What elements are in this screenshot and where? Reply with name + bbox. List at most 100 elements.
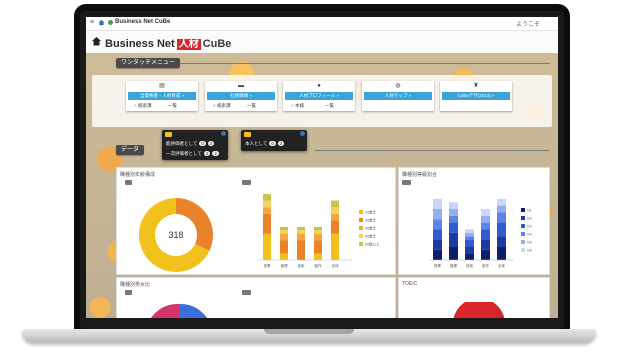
popup-header	[165, 132, 173, 137]
panel-title: 職種別年齢構成	[120, 172, 156, 178]
title-prefix: Business Net	[105, 38, 175, 50]
id-card-icon: ▤	[126, 81, 198, 91]
close-icon[interactable]	[300, 131, 305, 136]
search-link[interactable]: ○ 検索課	[213, 102, 230, 110]
menu-card-design[interactable]: ♜ CuBeデザ(2014) »	[440, 81, 512, 111]
bar-segment	[481, 249, 490, 260]
tick-label: 全体	[332, 263, 340, 268]
legend-label: G6	[527, 249, 532, 253]
count-pill: 2	[277, 141, 285, 146]
bar-segment	[433, 229, 442, 240]
bar-segment	[481, 215, 490, 223]
panel-title: 職種別等級割合	[402, 172, 438, 178]
top-bar: ≡ Business Net CuBe ようこそ	[86, 17, 558, 31]
legend-swatch	[359, 242, 363, 246]
legend-label: 50歳代	[365, 234, 376, 239]
legend-swatch	[359, 210, 363, 214]
bar-segment	[263, 233, 271, 260]
bar-segment	[481, 239, 490, 250]
bar-segment	[331, 220, 339, 234]
popup-row[interactable]: 本人として 0 2	[245, 141, 285, 147]
card-label[interactable]: 人材プロフィール »	[285, 92, 353, 100]
bar-segment	[497, 222, 506, 237]
menu-card-qualification[interactable]: ▤ 当資格者・人材育成 » ○ 検索課 一覧	[126, 81, 198, 111]
bar-segment	[481, 229, 490, 240]
legend-swatch	[521, 208, 525, 212]
tick-label: 技術	[298, 263, 306, 268]
legend-label: 20歳代	[365, 210, 376, 215]
popup-header	[244, 132, 252, 137]
bar-segment	[433, 249, 442, 260]
tick-label: 管理	[281, 263, 289, 268]
legend-label: G5	[527, 241, 532, 245]
evaluator-popup[interactable]: 能評価者として 0 2 一次評価者として 2 2	[162, 130, 228, 160]
popup-row[interactable]: 一次評価者として 2 2	[166, 151, 219, 157]
list-link[interactable]: 一覧	[168, 102, 177, 110]
grade-bar-chart[interactable]: 営業 管理 技術 製作 全体 G1 G2 G3 G4 G5 G6	[429, 186, 547, 274]
self-popup[interactable]: 本人として 0 2	[241, 130, 307, 151]
bar-segment	[314, 230, 322, 234]
bar-segment	[263, 194, 271, 201]
bar-segment	[280, 253, 288, 260]
bar-segment	[465, 232, 474, 237]
bar-segment	[481, 222, 490, 230]
list-link[interactable]: 一覧	[325, 102, 334, 110]
section-divider	[180, 63, 550, 64]
menu-card-profile[interactable]: ● 人材プロフィール » ○ 本検 一覧	[283, 81, 355, 111]
panel-tag	[242, 180, 251, 185]
home-icon[interactable]	[98, 19, 105, 26]
list-link[interactable]: 一覧	[247, 102, 256, 110]
pie-slice	[150, 303, 179, 318]
gender-pie-chart[interactable]	[139, 296, 219, 318]
panel-title: TOEIC	[402, 281, 418, 287]
close-icon[interactable]	[221, 131, 226, 136]
card-label[interactable]: 社員情報 »	[207, 92, 275, 100]
legend-label: G3	[527, 225, 532, 229]
tick-label: 技術	[466, 263, 474, 268]
bar-segment	[481, 209, 490, 216]
section-quick-menu: ワンタッチメニュー	[116, 58, 181, 68]
stacked-bar-chart[interactable]: 営業 管理 技術 製作 全体 20歳代 30歳代 40歳代 50歳代 60歳以上	[257, 188, 393, 274]
search-link[interactable]: ○ 検索課	[134, 102, 151, 110]
bar-segment	[449, 209, 458, 216]
donut-center-label: 318	[168, 230, 183, 240]
legend-swatch	[359, 226, 363, 230]
bar-segment	[331, 207, 339, 214]
tick-label: 全体	[498, 263, 506, 268]
panel-tag	[125, 180, 132, 185]
panel-tag	[125, 290, 132, 295]
bar-segment	[449, 222, 458, 233]
bar-segment	[314, 240, 322, 254]
section-data: データ	[116, 145, 145, 155]
legend-swatch	[521, 240, 525, 244]
home-icon[interactable]	[91, 36, 102, 46]
toeic-chart[interactable]	[449, 302, 509, 318]
bar-segment	[280, 233, 288, 241]
title-suffix: CuBe	[202, 38, 232, 50]
search-link[interactable]: ○ 本検	[291, 102, 304, 110]
menu-card-employee-info[interactable]: ▬ 社員情報 » ○ 検索課 一覧	[205, 81, 277, 111]
title-badge: 人材	[176, 39, 201, 50]
popup-row[interactable]: 能評価者として 0 2	[166, 141, 215, 147]
pie-slice	[453, 302, 505, 318]
card-footer: ○ 検索課 一覧	[205, 102, 277, 110]
legend-swatch	[521, 248, 525, 252]
count-pill: 2	[203, 151, 211, 156]
card-label[interactable]: CuBeデザ(2014) »	[442, 92, 510, 100]
bar-segment	[465, 253, 474, 260]
bar-segment	[314, 233, 322, 241]
bar-segment	[297, 233, 305, 241]
globe-icon: ◍	[362, 81, 434, 91]
donut-chart[interactable]: 318	[137, 196, 215, 274]
menu-card-map[interactable]: ◍ 人材マップ »	[362, 81, 434, 111]
menu-icon[interactable]: ≡	[90, 19, 96, 26]
bar-segment	[497, 246, 506, 260]
panel-tag	[242, 290, 251, 295]
logo-icon	[108, 20, 113, 25]
legend-swatch	[521, 224, 525, 228]
bar-segment	[263, 200, 271, 208]
card-label[interactable]: 当資格者・人材育成 »	[128, 92, 196, 100]
card-label[interactable]: 人材マップ »	[364, 92, 432, 100]
bar-segment	[280, 240, 288, 254]
count-pill: 0	[269, 141, 276, 146]
